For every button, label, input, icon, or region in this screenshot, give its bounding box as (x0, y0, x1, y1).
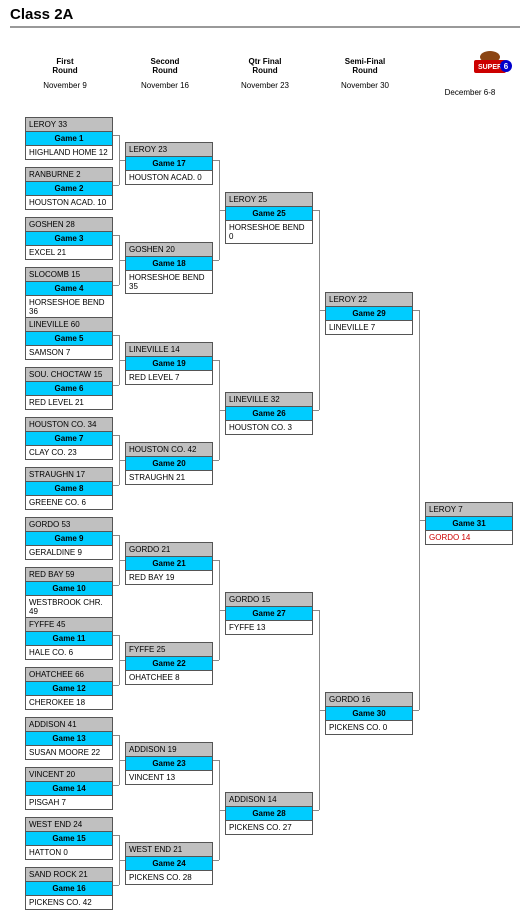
game-19: LINEVILLE 14Game 19RED LEVEL 7 (125, 342, 213, 385)
conn (119, 360, 125, 361)
game-10: RED BAY 59Game 10WESTBROOK CHR. 49 (25, 567, 113, 619)
game-25: LEROY 25Game 25HORSESHOE BEND 0 (225, 192, 313, 244)
conn (113, 785, 119, 786)
game-20: HOUSTON CO. 42Game 20STRAUGHN 21 (125, 442, 213, 485)
round-header-5: December 6-8 (430, 82, 510, 97)
game-16: SAND ROCK 21Game 16PICKENS CO. 42 (25, 867, 113, 910)
conn (219, 210, 225, 211)
conn (419, 520, 425, 521)
conn (219, 410, 225, 411)
conn (213, 660, 219, 661)
round-header-2: SecondRoundNovember 16 (125, 57, 205, 90)
game-31: LEROY 7Game 31GORDO 14 (425, 502, 513, 545)
game-22: FYFFE 25Game 22OHATCHEE 8 (125, 642, 213, 685)
conn (119, 860, 125, 861)
conn (113, 885, 119, 886)
conn (213, 260, 219, 261)
conn (319, 310, 325, 311)
game-18: GOSHEN 20Game 18HORSESHOE BEND 35 (125, 242, 213, 294)
game-7: HOUSTON CO. 34Game 7CLAY CO. 23 (25, 417, 113, 460)
conn (119, 260, 125, 261)
game-17: LEROY 23Game 17HOUSTON ACAD. 0 (125, 142, 213, 185)
conn (313, 410, 319, 411)
conn (113, 385, 119, 386)
conn (213, 460, 219, 461)
game-15: WEST END 24Game 15HATTON 0 (25, 817, 113, 860)
game-11: FYFFE 45Game 11HALE CO. 6 (25, 617, 113, 660)
svg-text:SUPER: SUPER (478, 64, 502, 71)
round-header-4: Semi-FinalRoundNovember 30 (325, 57, 405, 90)
game-23: ADDISON 19Game 23VINCENT 13 (125, 742, 213, 785)
bracket-title: Class 2A (0, 0, 530, 26)
conn (113, 185, 119, 186)
game-14: VINCENT 20Game 14PISGAH 7 (25, 767, 113, 810)
conn (213, 860, 219, 861)
game-6: SOU. CHOCTAW 15Game 6RED LEVEL 21 (25, 367, 113, 410)
game-12: OHATCHEE 66Game 12CHEROKEE 18 (25, 667, 113, 710)
game-4: SLOCOMB 15Game 4HORSESHOE BEND 36 (25, 267, 113, 319)
conn (113, 685, 119, 686)
conn (113, 485, 119, 486)
conn (113, 285, 119, 286)
conn (419, 310, 420, 710)
game-3: GOSHEN 28Game 3EXCEL 21 (25, 217, 113, 260)
round-header-3: Qtr FinalRoundNovember 23 (225, 57, 305, 90)
conn (413, 710, 419, 711)
conn (119, 560, 125, 561)
game-24: WEST END 21Game 24PICKENS CO. 28 (125, 842, 213, 885)
game-8: STRAUGHN 17Game 8GREENE CO. 6 (25, 467, 113, 510)
conn (119, 660, 125, 661)
title-rule (10, 26, 520, 28)
game-28: ADDISON 14Game 28PICKENS CO. 27 (225, 792, 313, 835)
conn (219, 810, 225, 811)
svg-text:6: 6 (504, 62, 509, 71)
game-21: GORDO 21Game 21RED BAY 19 (125, 542, 213, 585)
game-2: RANBURNE 2Game 2HOUSTON ACAD. 10 (25, 167, 113, 210)
game-1: LEROY 33Game 1HIGHLAND HOME 12 (25, 117, 113, 160)
conn (119, 760, 125, 761)
conn (313, 810, 319, 811)
conn (319, 710, 325, 711)
game-30: GORDO 16Game 30PICKENS CO. 0 (325, 692, 413, 735)
conn (119, 160, 125, 161)
game-13: ADDISON 41Game 13SUSAN MOORE 22 (25, 717, 113, 760)
game-9: GORDO 53Game 9GERALDINE 9 (25, 517, 113, 560)
conn (113, 585, 119, 586)
bracket-container: SUPER6 FirstRoundNovember 9 SecondRoundN… (10, 32, 530, 922)
super-6-logo: SUPER6 (468, 50, 512, 76)
game-27: GORDO 15Game 27FYFFE 13 (225, 592, 313, 635)
game-5: LINEVILLE 60Game 5SAMSON 7 (25, 317, 113, 360)
game-26: LINEVILLE 32Game 26HOUSTON CO. 3 (225, 392, 313, 435)
conn (219, 610, 225, 611)
conn (119, 460, 125, 461)
game-29: LEROY 22Game 29LINEVILLE 7 (325, 292, 413, 335)
round-header-1: FirstRoundNovember 9 (25, 57, 105, 90)
